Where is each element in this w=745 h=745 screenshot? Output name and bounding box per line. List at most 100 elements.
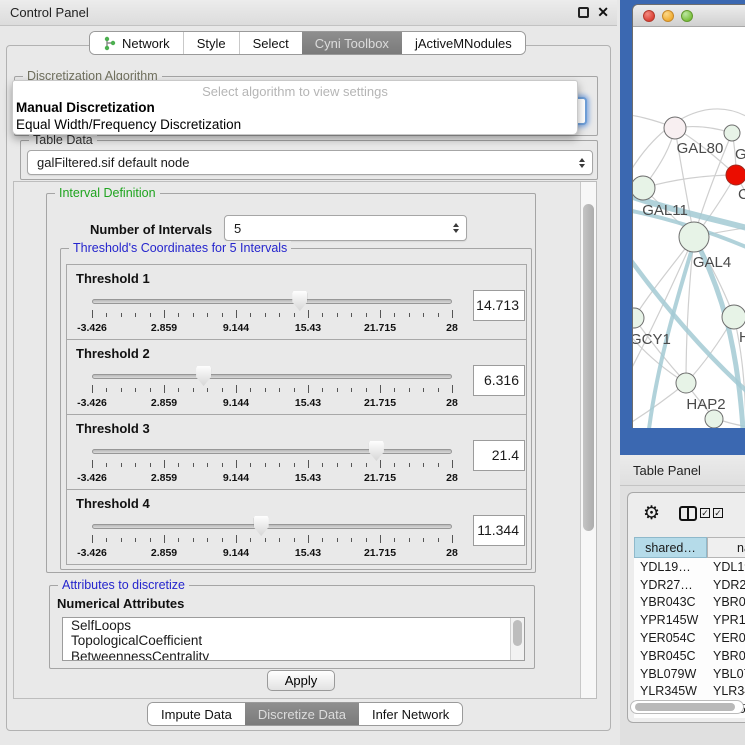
tab-style[interactable]: Style: [183, 32, 239, 54]
table-hscrollbar-thumb[interactable]: [635, 703, 735, 711]
table-row[interactable]: YBR045CYBR04: [634, 647, 745, 665]
threshold-value-field[interactable]: 21.4: [473, 440, 525, 471]
table-row[interactable]: YBR043CYBR04: [634, 594, 745, 612]
table-row[interactable]: YBL079WYBL07: [634, 665, 745, 683]
list-scrollbar-thumb[interactable]: [513, 620, 522, 646]
network-node[interactable]: [724, 125, 740, 141]
network-icon: [103, 36, 116, 51]
float-window-icon[interactable]: [578, 7, 589, 18]
settings-vertical-scrollbar[interactable]: [580, 182, 596, 698]
numerical-attributes-list[interactable]: SelfLoopsTopologicalCoefficientBetweenne…: [62, 617, 525, 661]
slider-ticks: [92, 385, 452, 394]
settings-scrollbar-thumb[interactable]: [583, 204, 594, 531]
table-row[interactable]: YDR27…YDR27: [634, 576, 745, 594]
num-intervals-combo[interactable]: 5: [224, 215, 467, 241]
threshold-value-field[interactable]: 6.316: [473, 365, 525, 396]
slider-track[interactable]: [92, 524, 452, 529]
bottom-tab-discretize-data-label: Discretize Data: [258, 707, 346, 722]
list-scrollbar[interactable]: [510, 618, 524, 660]
numerical-attributes-label: Numerical Attributes: [57, 596, 184, 611]
network-node[interactable]: [633, 176, 655, 200]
threshold-row: Threshold 1-3.4262.8599.14415.4321.71528…: [66, 264, 527, 340]
num-intervals-label: Number of Intervals: [90, 222, 212, 237]
network-node[interactable]: [722, 305, 745, 329]
window-zoom-icon[interactable]: [681, 10, 693, 22]
control-panel-title: Control Panel: [10, 5, 89, 20]
table-row[interactable]: YPR145WYPR14: [634, 611, 745, 629]
table-data-combo-value: galFiltered.sif default node: [37, 155, 189, 170]
bottom-tab-infer-network-label: Infer Network: [372, 707, 449, 722]
slider-thumb[interactable]: [369, 441, 384, 461]
checkbox-icon[interactable]: ✓: [713, 508, 723, 518]
interval-definition-group: Interval Definition Number of Intervals …: [46, 193, 536, 573]
node-label: GCY1: [633, 331, 671, 348]
node-label: GAL11: [642, 202, 688, 219]
network-node[interactable]: [633, 308, 644, 328]
threshold-row: Threshold 3-3.4262.8599.14415.4321.71528…: [66, 414, 527, 490]
network-panel: GAL80GACGAL11GAL4GCY1HHAP2: [620, 0, 745, 455]
list-item-betweennesscentrality[interactable]: BetweennessCentrality: [63, 649, 524, 661]
window-close-icon[interactable]: [643, 10, 655, 22]
split-columns-icon[interactable]: [679, 506, 697, 521]
table-data-group-title: Table Data: [29, 133, 97, 147]
control-panel-titlebar: Control Panel ✕: [0, 0, 617, 26]
list-item-topologicalcoefficient[interactable]: TopologicalCoefficient: [63, 633, 524, 648]
threshold-slider[interactable]: -3.4262.8599.14415.4321.71528: [67, 340, 526, 414]
threshold-slider[interactable]: -3.4262.8599.14415.4321.71528: [67, 415, 526, 489]
tab-jactivemnodules[interactable]: jActiveMNodules: [402, 32, 525, 54]
tab-network[interactable]: Network: [90, 32, 183, 54]
tab-cyni-toolbox[interactable]: Cyni Toolbox: [302, 32, 402, 54]
slider-tick-labels: -3.4262.8599.14415.4321.71528: [92, 547, 452, 560]
table-body: YDL19…YDL19YDR27…YDR27YBR043CYBR04YPR145…: [634, 558, 745, 718]
table-cell: YDL19…: [634, 560, 707, 574]
window-minimize-icon[interactable]: [662, 10, 674, 22]
slider-ticks: [92, 460, 452, 469]
table-cell: YER054C: [634, 631, 707, 645]
close-icon[interactable]: ✕: [597, 4, 609, 21]
bottom-tab-infer-network[interactable]: Infer Network: [359, 703, 462, 725]
network-window[interactable]: GAL80GACGAL11GAL4GCY1HHAP2: [632, 4, 745, 428]
tab-jactivemnodules-label: jActiveMNodules: [415, 36, 512, 51]
slider-thumb[interactable]: [196, 366, 211, 386]
popup-item-manual-discretization[interactable]: Manual Discretization: [13, 99, 577, 116]
threshold-slider[interactable]: -3.4262.8599.14415.4321.71528: [67, 490, 526, 564]
table-row[interactable]: YER054CYER05: [634, 629, 745, 647]
network-node[interactable]: [664, 117, 686, 139]
interval-definition-group-title: Interval Definition: [55, 186, 160, 200]
list-item-selfloops[interactable]: SelfLoops: [63, 618, 524, 633]
attributes-group-title: Attributes to discretize: [58, 578, 189, 592]
network-node[interactable]: [726, 165, 745, 185]
num-intervals-value: 5: [234, 221, 241, 236]
bottom-tab-impute-data[interactable]: Impute Data: [148, 703, 245, 725]
tab-style-label: Style: [197, 36, 226, 51]
slider-track[interactable]: [92, 374, 452, 379]
popup-item-equal-width-frequency-discretization[interactable]: Equal Width/Frequency Discretization: [13, 116, 577, 133]
checkbox-icon[interactable]: ✓: [700, 508, 710, 518]
slider-ticks: [92, 535, 452, 544]
threshold-value-field[interactable]: 11.344: [473, 515, 525, 546]
apply-button[interactable]: Apply: [267, 670, 335, 691]
network-node[interactable]: [679, 222, 709, 252]
column-header-1[interactable]: shared…: [634, 537, 707, 558]
network-node[interactable]: [676, 373, 696, 393]
table-cell: YDL19: [707, 560, 745, 574]
slider-thumb[interactable]: [292, 291, 307, 311]
table-cell: YLR34: [707, 684, 745, 698]
table-horizontal-scrollbar[interactable]: [630, 700, 744, 714]
network-canvas[interactable]: GAL80GACGAL11GAL4GCY1HHAP2: [633, 27, 745, 428]
tab-network-label: Network: [122, 36, 170, 51]
threshold-slider[interactable]: -3.4262.8599.14415.4321.71528: [67, 265, 526, 339]
slider-thumb[interactable]: [254, 516, 269, 536]
threshold-value-field[interactable]: 14.713: [473, 290, 525, 321]
slider-track[interactable]: [92, 299, 452, 304]
table-data-combo[interactable]: galFiltered.sif default node: [27, 150, 593, 175]
column-header-2[interactable]: na: [707, 537, 745, 558]
tab-select[interactable]: Select: [239, 32, 302, 54]
table-row[interactable]: YLR345WYLR34: [634, 683, 745, 701]
gear-icon[interactable]: ⚙: [643, 504, 660, 523]
table-row[interactable]: YDL19…YDL19: [634, 558, 745, 576]
table-cell: YBL07: [707, 667, 745, 681]
slider-track[interactable]: [92, 449, 452, 454]
bottom-tab-discretize-data[interactable]: Discretize Data: [245, 703, 359, 725]
top-tab-bar: Network Style SelectCyni Toolbox jActiveMNo…: [89, 31, 526, 55]
